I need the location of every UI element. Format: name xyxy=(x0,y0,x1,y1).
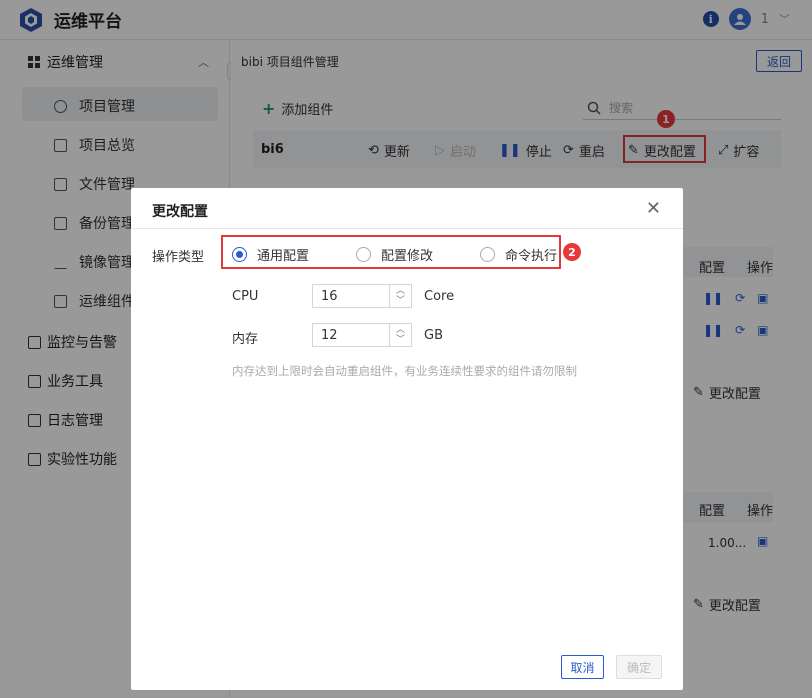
cpu-value: 16 xyxy=(321,288,338,304)
radio-unchecked-icon xyxy=(480,247,495,262)
radio-unchecked-icon xyxy=(356,247,371,262)
chevron-up-icon[interactable]: ︿ xyxy=(396,325,405,335)
stepper-arrows[interactable]: ︿ ﹀ xyxy=(389,285,411,307)
change-config-dialog: 更改配置 ✕ 操作类型 通用配置 配置修改 命令执行 2 CPU 16 ︿ ﹀ C… xyxy=(131,188,683,690)
cpu-unit: Core xyxy=(424,289,455,304)
mem-stepper[interactable]: 12 ︿ ﹀ xyxy=(312,323,412,347)
confirm-button[interactable]: 确定 xyxy=(616,655,662,679)
op-type-label: 操作类型 xyxy=(152,250,205,265)
cpu-label: CPU xyxy=(232,289,259,304)
chevron-up-icon[interactable]: ︿ xyxy=(396,286,405,296)
dialog-title: 更改配置 xyxy=(152,204,208,220)
radio-general-config[interactable]: 通用配置 xyxy=(232,245,309,264)
cancel-button[interactable]: 取消 xyxy=(561,655,604,679)
annotation-badge-2: 2 xyxy=(563,243,581,261)
mem-unit: GB xyxy=(424,328,443,343)
divider xyxy=(131,228,683,229)
radio-config-modify[interactable]: 配置修改 xyxy=(356,245,433,264)
cpu-stepper[interactable]: 16 ︿ ﹀ xyxy=(312,284,412,308)
radio-label: 通用配置 xyxy=(257,249,310,264)
mem-value: 12 xyxy=(321,327,338,343)
radio-label: 命令执行 xyxy=(505,249,558,264)
memory-hint: 内存达到上限时会自动重启组件，有业务连续性要求的组件请勿限制 xyxy=(232,364,577,378)
stepper-arrows[interactable]: ︿ ﹀ xyxy=(389,324,411,346)
radio-checked-icon xyxy=(232,247,247,262)
close-icon[interactable]: ✕ xyxy=(646,198,661,219)
chevron-down-icon[interactable]: ﹀ xyxy=(396,296,405,306)
radio-label: 配置修改 xyxy=(381,249,434,264)
radio-command-exec[interactable]: 命令执行 xyxy=(480,245,557,264)
chevron-down-icon[interactable]: ﹀ xyxy=(396,335,405,345)
mem-label: 内存 xyxy=(232,332,259,347)
